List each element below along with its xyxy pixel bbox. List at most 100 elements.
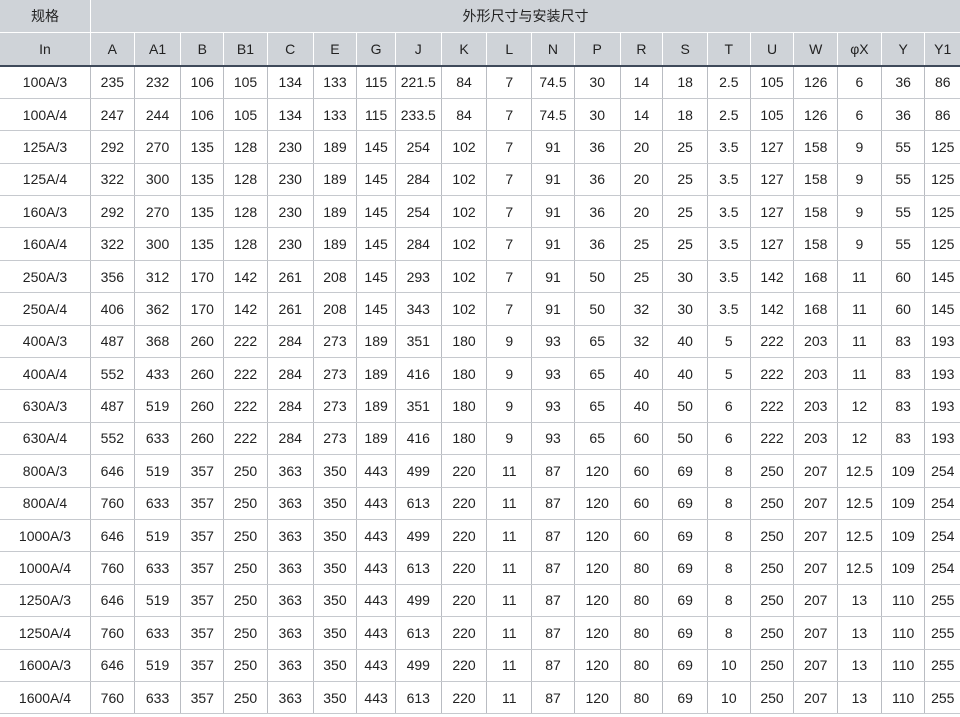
dimension-cell: 30 [574, 98, 621, 132]
dimension-cell: 55 [881, 163, 926, 197]
table-row: 1600A/4 760 633 357 250 363 350 443 613 220 11 87 12… [0, 681, 960, 715]
dimension-cell: 255 [924, 681, 960, 715]
dimension-cell: 363 [267, 519, 314, 553]
dimension-cell: 7 [486, 195, 533, 229]
dimension-cell: 120 [574, 519, 621, 553]
dimension-cell: 36 [881, 98, 926, 132]
column-header: G [356, 32, 396, 66]
dimension-cell: 222 [223, 389, 268, 423]
spec-cell: 1000A/3 [0, 519, 91, 553]
dimension-cell: 110 [881, 616, 926, 650]
dimension-cell: 110 [881, 584, 926, 618]
dimension-cell: 270 [134, 195, 182, 229]
dimension-cell: 255 [924, 584, 960, 618]
dimension-cell: 8 [707, 616, 751, 650]
dimension-cell: 250 [750, 454, 795, 488]
dimension-cell: 36 [574, 130, 621, 164]
dimension-cell: 69 [662, 584, 708, 618]
spec-cell: 800A/4 [0, 487, 91, 520]
dimension-cell: 180 [441, 357, 488, 391]
dimension-cell: 84 [441, 98, 488, 132]
dimension-cell: 20 [620, 163, 664, 197]
dimension-cell: 250 [223, 681, 268, 715]
dimension-cell: 11 [486, 681, 533, 715]
table-row: 250A/3 356 312 170 142 261 208 145 293 102 7 91 50 25… [0, 260, 960, 294]
dimension-cell: 273 [313, 389, 358, 423]
dimension-cell: 250 [223, 584, 268, 618]
dimension-cell: 250 [750, 584, 795, 618]
dimension-cell: 145 [356, 195, 396, 229]
dimension-cell: 760 [90, 681, 135, 715]
dimension-cell: 207 [793, 519, 839, 553]
dimension-cell: 357 [180, 519, 225, 553]
dimension-cell: 180 [441, 325, 488, 359]
dimension-cell: 91 [531, 260, 575, 294]
dimension-cell: 10 [707, 649, 751, 682]
dimension-cell: 11 [837, 292, 882, 326]
dimension-cell: 250 [750, 681, 795, 715]
dimension-cell: 350 [313, 616, 358, 650]
dimension-cell: 142 [223, 260, 268, 294]
dimension-cell: 127 [750, 130, 795, 164]
dimension-cell: 168 [793, 260, 839, 294]
dimension-cell: 145 [924, 260, 960, 294]
dimension-cell: 220 [441, 681, 488, 715]
dimension-cell: 254 [924, 454, 960, 488]
dimension-cell: 760 [90, 487, 135, 520]
dimension-cell: 443 [356, 584, 396, 618]
table-row: 630A/4 552 633 260 222 284 273 189 416 180 9 93 65 60… [0, 422, 960, 456]
dimension-cell: 9 [837, 195, 882, 229]
dimension-cell: 93 [531, 389, 575, 423]
dimension-cell: 250 [750, 519, 795, 553]
dimension-cell: 69 [662, 616, 708, 650]
dimension-cell: 208 [313, 292, 358, 326]
table-row: 1250A/3 646 519 357 250 363 350 443 499 220 11 87 12… [0, 584, 960, 618]
dimension-cell: 443 [356, 551, 396, 585]
dimension-cell: 102 [441, 260, 488, 294]
dimension-cell: 87 [531, 584, 575, 618]
dimension-cell: 65 [574, 357, 621, 391]
dimension-cell: 80 [620, 584, 664, 618]
dimension-cell: 170 [180, 260, 225, 294]
dimension-cell: 189 [313, 163, 358, 197]
group-header: 外形尺寸与安装尺寸 [90, 0, 960, 33]
dimension-cell: 499 [395, 519, 442, 553]
dimension-cell: 250 [223, 487, 268, 520]
dimension-cell: 254 [395, 195, 442, 229]
dimension-cell: 13 [837, 681, 882, 715]
dimension-cell: 284 [267, 389, 314, 423]
dimension-cell: 260 [180, 325, 225, 359]
dimension-cell: 36 [574, 163, 621, 197]
dimension-cell: 2.5 [707, 64, 751, 99]
dimension-cell: 203 [793, 357, 839, 391]
column-header: N [531, 32, 575, 66]
spec-cell: 800A/3 [0, 454, 91, 488]
dimension-cell: 128 [223, 195, 268, 229]
dimension-cell: 189 [313, 227, 358, 261]
dimension-cell: 11 [486, 649, 533, 682]
dimension-cell: 193 [924, 325, 960, 359]
dimension-cell: 60 [620, 487, 664, 520]
dimension-cell: 230 [267, 195, 314, 229]
dimension-cell: 105 [223, 98, 268, 132]
spec-cell: 1250A/4 [0, 616, 91, 650]
dimension-cell: 102 [441, 163, 488, 197]
dimension-cell: 273 [313, 357, 358, 391]
spec-cell: 400A/4 [0, 357, 91, 391]
dimensions-table: 规格 外形尺寸与安装尺寸 In A A1 B B1 C E G J K L N P R S T U WφX Y Y1 … [0, 0, 960, 715]
dimension-cell: 13 [837, 584, 882, 618]
dimension-cell: 222 [223, 325, 268, 359]
dimension-cell: 145 [356, 292, 396, 326]
dimension-cell: 134 [267, 98, 314, 132]
spec-cell: 160A/3 [0, 195, 91, 229]
column-header: L [486, 32, 533, 66]
dimension-cell: 220 [441, 551, 488, 585]
dimension-cell: 351 [395, 325, 442, 359]
dimension-cell: 293 [395, 260, 442, 294]
dimension-cell: 60 [881, 292, 926, 326]
dimension-cell: 284 [267, 325, 314, 359]
dimension-cell: 300 [134, 227, 182, 261]
dimension-cell: 350 [313, 551, 358, 585]
dimension-cell: 207 [793, 454, 839, 488]
dimension-cell: 189 [356, 325, 396, 359]
